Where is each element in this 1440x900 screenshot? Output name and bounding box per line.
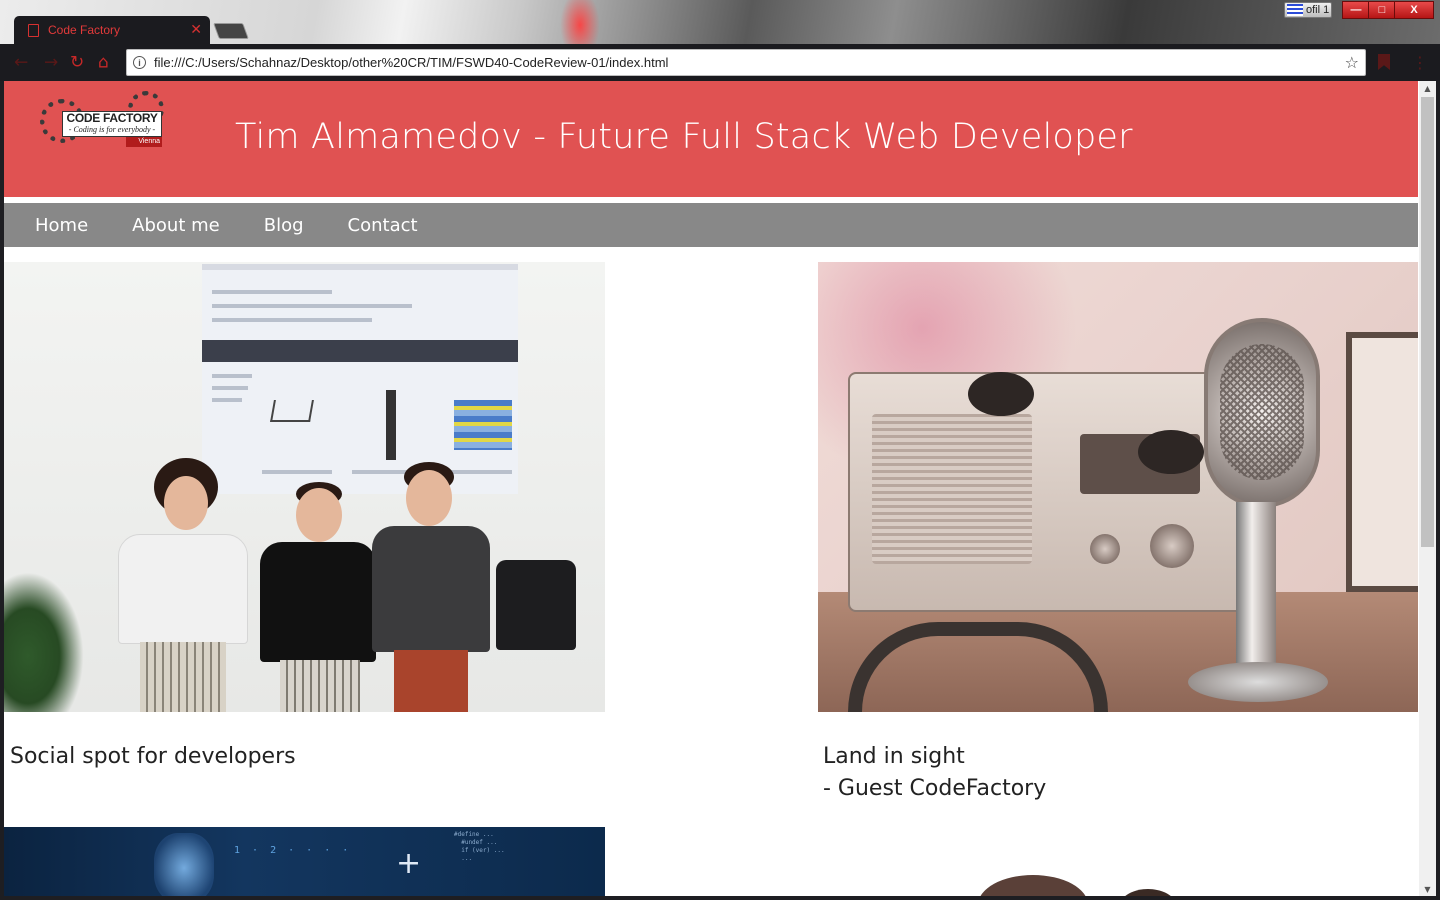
- scroll-up-icon[interactable]: ▲: [1419, 81, 1436, 95]
- scrollbar-thumb[interactable]: [1421, 97, 1434, 547]
- maximize-button[interactable]: □: [1368, 1, 1396, 19]
- nav-link-contact[interactable]: Contact: [348, 215, 418, 236]
- blog-card: Land in sight - Guest CodeFactory: [818, 262, 1418, 805]
- main-nav: Home About me Blog Contact: [4, 203, 1418, 247]
- vertical-scrollbar[interactable]: ▲ ▼: [1419, 81, 1436, 896]
- caption-line: Land in sight: [823, 744, 965, 769]
- new-tab-button[interactable]: [213, 23, 249, 39]
- tab-close-icon[interactable]: ✕: [190, 23, 202, 37]
- close-window-button[interactable]: X: [1394, 1, 1434, 19]
- wallpaper-streak: [560, 0, 600, 44]
- logo-tagline: - Coding is for everybody -: [68, 125, 156, 134]
- page-title: Tim Almamedov - Future Full Stack Web De…: [235, 117, 1133, 157]
- team-photo: [4, 262, 605, 712]
- scroll-down-icon[interactable]: ▼: [1419, 882, 1436, 896]
- page-viewport: CODE FACTORY - Coding is for everybody -…: [4, 81, 1436, 896]
- home-icon[interactable]: ⌂: [98, 54, 109, 71]
- tab-code-factory[interactable]: Code Factory ✕: [14, 16, 210, 44]
- reload-icon[interactable]: ↻: [70, 54, 84, 71]
- logo-city: Vienna: [126, 137, 162, 147]
- minimize-button[interactable]: —: [1342, 1, 1370, 19]
- title-bar: Code Factory ✕ ofil 1 — □ X: [0, 0, 1440, 44]
- address-bar[interactable]: i file:///C:/Users/Schahnaz/Desktop/othe…: [126, 49, 1366, 76]
- blog-card-partial: 1 · 2 · · · · + #define ... #undef ... i…: [4, 827, 605, 896]
- bookmark-extension-icon[interactable]: [1378, 54, 1390, 70]
- radio-microphone-photo: [818, 262, 1418, 712]
- url-text[interactable]: file:///C:/Users/Schahnaz/Desktop/other%…: [154, 55, 1345, 70]
- document-icon: [28, 23, 39, 37]
- profile-label: ofil 1: [1306, 4, 1330, 16]
- nav-link-about[interactable]: About me: [132, 215, 220, 236]
- browser-toolbar: ← → ↻ ⌂ i file:///C:/Users/Schahnaz/Desk…: [0, 44, 1440, 81]
- nav-link-blog[interactable]: Blog: [264, 215, 304, 236]
- info-icon[interactable]: i: [133, 56, 146, 69]
- profile-button[interactable]: ofil 1: [1284, 2, 1332, 18]
- logo-plate: CODE FACTORY - Coding is for everybody -: [62, 111, 162, 137]
- site-header: CODE FACTORY - Coding is for everybody -…: [4, 81, 1418, 197]
- kebab-menu-icon[interactable]: ⋮: [1412, 53, 1428, 72]
- code-factory-logo[interactable]: CODE FACTORY - Coding is for everybody -…: [40, 91, 166, 149]
- logo-brand: CODE FACTORY: [66, 111, 158, 125]
- card-caption: Land in sight - Guest CodeFactory: [818, 741, 1418, 805]
- back-arrow-icon[interactable]: ←: [14, 54, 28, 71]
- star-icon[interactable]: ☆: [1345, 53, 1359, 72]
- blog-card-partial: [818, 827, 1418, 896]
- profile-flag-icon: [1287, 4, 1303, 16]
- nav-link-home[interactable]: Home: [35, 215, 88, 236]
- card-caption: Social spot for developers: [4, 741, 605, 773]
- tab-title: Code Factory: [48, 23, 121, 37]
- blog-card: Social spot for developers: [4, 262, 605, 773]
- caption-line: - Guest CodeFactory: [823, 776, 1047, 801]
- forward-arrow-icon[interactable]: →: [44, 54, 58, 71]
- caption-line: Social spot for developers: [10, 744, 296, 769]
